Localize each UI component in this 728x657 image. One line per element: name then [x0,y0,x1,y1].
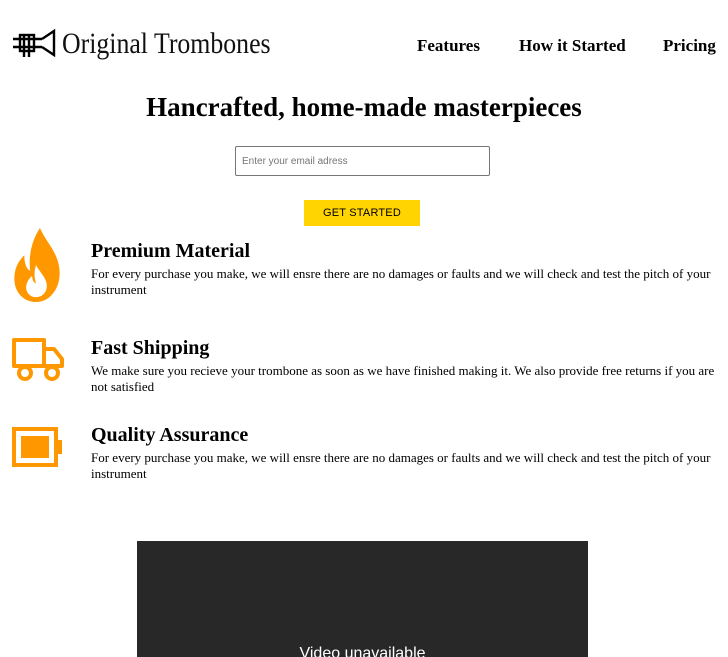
truck-icon [12,338,64,381]
video-unavailable-message: Video unavailable [299,645,426,657]
feature-description: For every purchase you make, we will ens… [91,266,711,297]
page: Original Trombones Features How it Start… [0,0,728,657]
main-nav: Features How it Started Pricing [0,36,728,58]
fire-icon [14,227,60,303]
nav-link-how-it-started[interactable]: How it Started [519,36,626,56]
site-header: Original Trombones Features How it Start… [0,0,728,90]
video-player[interactable]: Video unavailable [137,541,588,657]
nav-link-features[interactable]: Features [417,36,480,56]
feature-title: Fast Shipping [91,337,210,359]
feature-title: Premium Material [91,240,251,262]
feature-description: For every purchase you make, we will ens… [91,450,711,481]
nav-link-pricing[interactable]: Pricing [663,36,716,56]
battery-icon [12,427,62,467]
get-started-button[interactable]: GET STARTED [304,200,420,226]
feature-description: We make sure you recieve your trombone a… [91,363,715,394]
hero-title: Hancrafted, home-made masterpieces [146,92,582,122]
feature-title: Quality Assurance [91,424,249,446]
email-input[interactable] [235,146,490,176]
